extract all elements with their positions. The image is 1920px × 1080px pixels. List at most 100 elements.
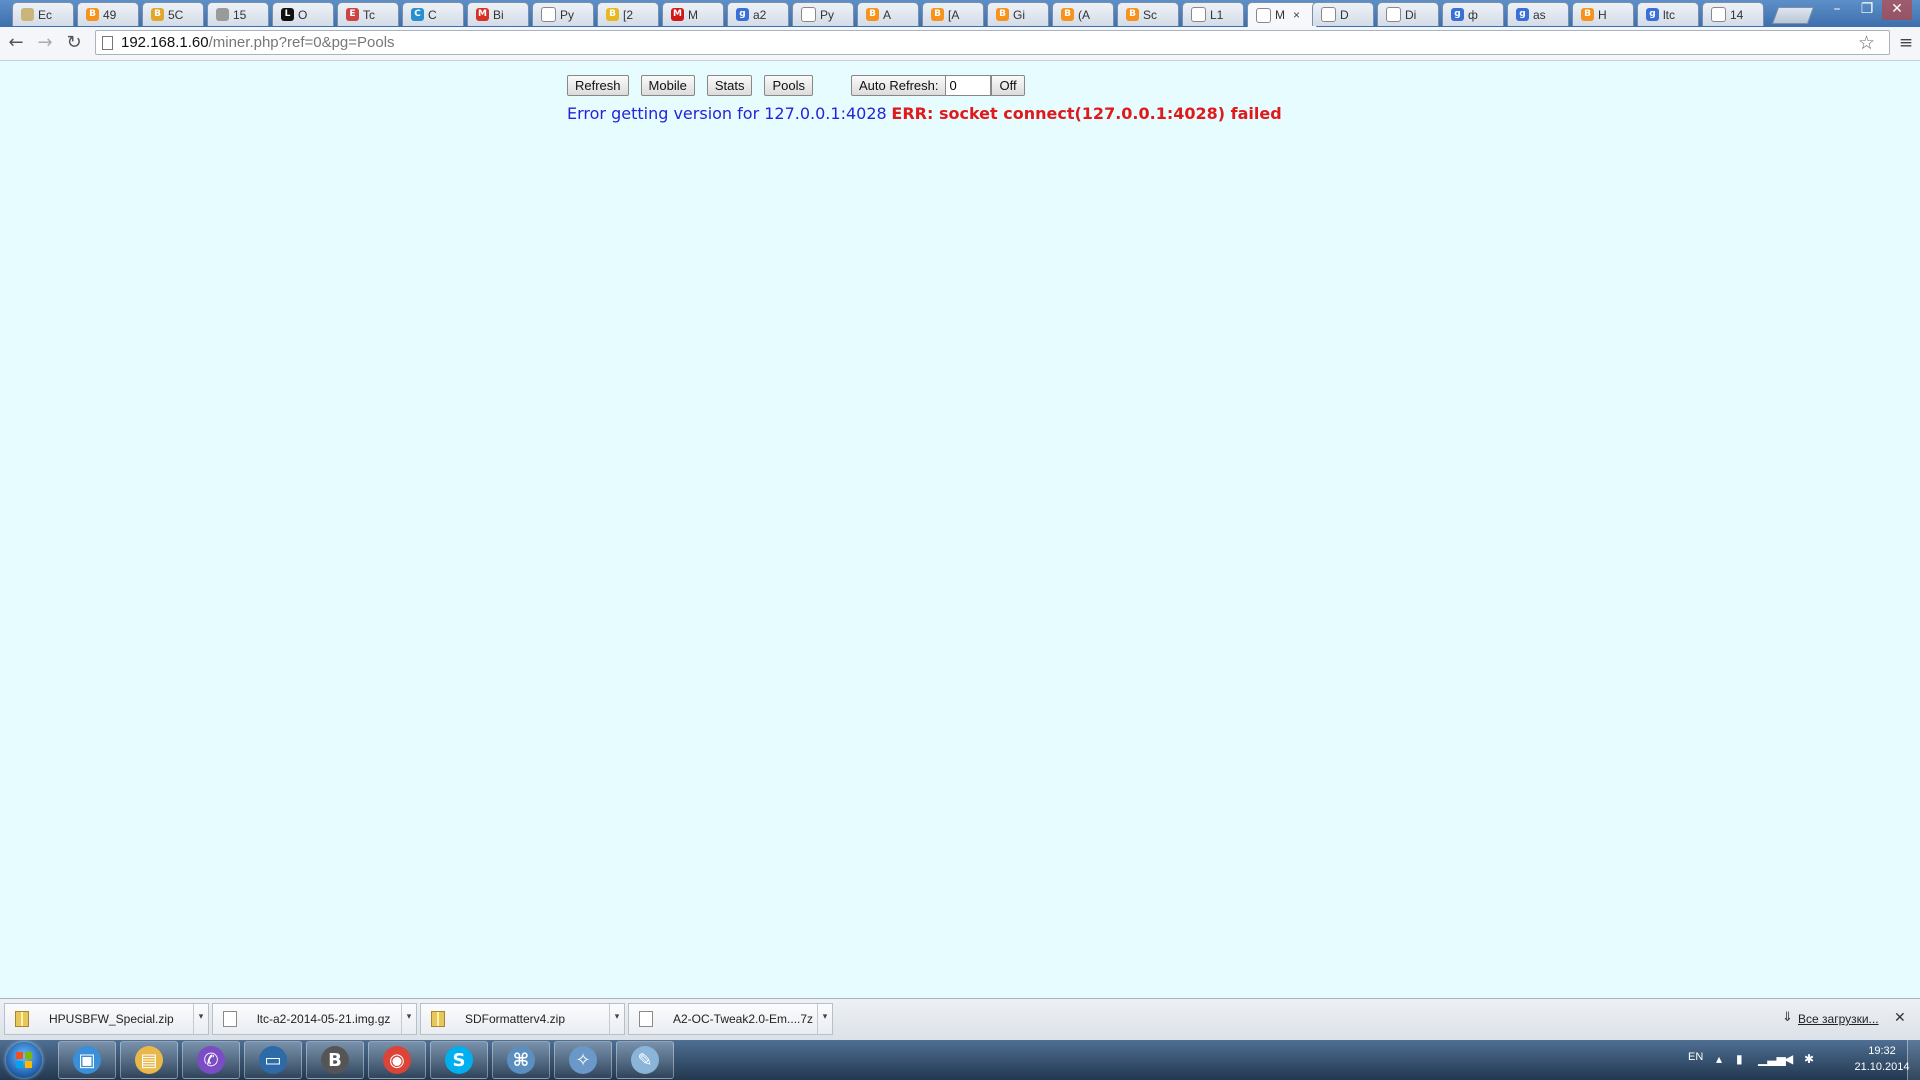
tab-favicon-google-icon: g <box>1451 8 1464 21</box>
network-tool-icon: ⌘ <box>507 1046 535 1074</box>
tab-label: [A <box>948 7 960 22</box>
taskbar-skype[interactable]: S <box>430 1041 488 1079</box>
download-item[interactable]: HPUSBFW_Special.zip ▾ <box>4 1003 209 1035</box>
network-signal-icon[interactable]: ▁▃▅ <box>1758 1052 1786 1066</box>
auto-refresh-input[interactable] <box>945 75 992 96</box>
window-close-button[interactable]: ✕ <box>1882 0 1912 20</box>
tab-6[interactable]: CC <box>402 2 464 26</box>
taskbar-connection-tool[interactable]: ✧ <box>554 1041 612 1079</box>
tab-14[interactable]: B [A <box>922 2 984 26</box>
tab-favicon-bitcoin-icon: B <box>1581 8 1594 21</box>
tab-5[interactable]: E Tc <box>337 2 399 26</box>
tab-1[interactable]: B 49 <box>77 2 139 26</box>
language-indicator[interactable]: EN <box>1688 1051 1703 1063</box>
tab-8[interactable]: Py <box>532 2 594 26</box>
show-desktop-button[interactable] <box>1907 1040 1920 1080</box>
refresh-button[interactable]: Refresh <box>567 75 629 96</box>
tab-23[interactable]: g as <box>1507 2 1569 26</box>
auto-refresh-off-button[interactable]: Off <box>991 75 1025 96</box>
download-menu-arrow-icon[interactable]: ▾ <box>193 1004 208 1034</box>
new-tab-button[interactable] <box>1771 7 1815 24</box>
tab-favicon-mail-icon: M <box>671 8 684 21</box>
stats-button[interactable]: Stats <box>706 75 753 96</box>
tab-26[interactable]: 14 <box>1702 2 1764 26</box>
tray-device-icon[interactable]: ▮ <box>1736 1052 1743 1066</box>
download-menu-arrow-icon[interactable]: ▾ <box>817 1004 832 1034</box>
tab-label: [2 <box>623 7 634 22</box>
tab-favicon-bitcoin-icon: B <box>1126 8 1139 21</box>
download-menu-arrow-icon[interactable]: ▾ <box>609 1004 624 1034</box>
file-icon <box>639 1011 653 1027</box>
back-button[interactable]: ← <box>4 31 28 55</box>
mobile-button[interactable]: Mobile <box>640 75 695 96</box>
taskbar-photo-viewer[interactable]: ▣ <box>58 1041 116 1079</box>
clock-time[interactable]: 19:32 <box>1852 1045 1912 1057</box>
url-host: 192.168.1.60 <box>121 34 209 51</box>
tab-label: Bi <box>493 7 504 22</box>
auto-refresh-button[interactable]: Auto Refresh: <box>850 75 946 96</box>
tab-close-icon[interactable]: × <box>1293 8 1300 22</box>
tab-12[interactable]: Py <box>792 2 854 26</box>
taskbar-network-tool[interactable]: ⌘ <box>492 1041 550 1079</box>
tab-label: 14 <box>1730 7 1744 22</box>
tab-7[interactable]: M Bi <box>467 2 529 26</box>
tray-expand-icon[interactable]: ▴ <box>1716 1052 1722 1066</box>
tab-20[interactable]: D <box>1312 2 1374 26</box>
tab-label: as <box>1533 7 1546 22</box>
tab-25[interactable]: g ltc <box>1637 2 1699 26</box>
error-line: Error getting version for 127.0.0.1:4028… <box>567 104 1282 124</box>
download-item[interactable]: SDFormatterv4.zip ▾ <box>420 1003 625 1035</box>
taskbar-chrome[interactable]: ◉ <box>368 1041 426 1079</box>
tab-24[interactable]: BH <box>1572 2 1634 26</box>
download-menu-arrow-icon[interactable]: ▾ <box>401 1004 416 1034</box>
download-item[interactable]: ltc-a2-2014-05-21.img.gz ▾ <box>212 1003 417 1035</box>
tab-2[interactable]: B 5C <box>142 2 204 26</box>
taskbar-explorer[interactable]: ▤ <box>120 1041 178 1079</box>
browser-menu-button[interactable]: ≡ <box>1896 32 1916 54</box>
tab-favicon-bitcoin-icon: B <box>866 8 879 21</box>
tab-label: D <box>1340 7 1349 22</box>
tab-18[interactable]: L1 <box>1182 2 1244 26</box>
tab-label: 15 <box>233 7 247 22</box>
all-downloads-link[interactable]: Все загрузки... <box>1798 1012 1879 1026</box>
address-bar[interactable]: 192.168.1.60/miner.php?ref=0&pg=Pools ☆ <box>95 30 1890 55</box>
tab-favicon-page-icon <box>801 7 816 22</box>
taskbar-computer[interactable]: ▭ <box>244 1041 302 1079</box>
download-filename: HPUSBFW_Special.zip <box>49 1012 174 1026</box>
tab-4[interactable]: LO <box>272 2 334 26</box>
download-item[interactable]: A2-OC-Tweak2.0-Em....7z ▾ <box>628 1003 833 1035</box>
tab-label: Di <box>1405 7 1417 22</box>
connection-tool-icon: ✧ <box>569 1046 597 1074</box>
tab-22[interactable]: gф <box>1442 2 1504 26</box>
downloads-shelf: HPUSBFW_Special.zip ▾ ltc-a2-2014-05-21.im… <box>0 998 1920 1040</box>
downloads-close-icon[interactable]: ✕ <box>1894 1010 1906 1026</box>
tab-15[interactable]: B Gi <box>987 2 1049 26</box>
error-detail: ERR: socket connect(127.0.0.1:4028) fail… <box>891 104 1282 123</box>
viber-icon: ✆ <box>197 1046 225 1074</box>
computer-icon: ▭ <box>259 1046 287 1074</box>
restore-button[interactable]: ❐ <box>1852 0 1882 20</box>
tab-16[interactable]: B (A <box>1052 2 1114 26</box>
tab-19[interactable]: M × <box>1247 2 1317 27</box>
taskbar-viber[interactable]: ✆ <box>182 1041 240 1079</box>
bookmark-star-icon[interactable]: ☆ <box>1858 32 1875 54</box>
taskbar-paint[interactable]: ✎ <box>616 1041 674 1079</box>
tab-label: a2 <box>753 7 767 22</box>
tab-11[interactable]: g a2 <box>727 2 789 26</box>
forward-button[interactable]: → <box>33 31 57 55</box>
tab-13[interactable]: BA <box>857 2 919 26</box>
tab-21[interactable]: Di <box>1377 2 1439 26</box>
zip-file-icon <box>431 1011 445 1027</box>
tab-0[interactable]: Ec <box>12 2 74 26</box>
minimize-button[interactable]: – <box>1822 0 1852 20</box>
sync-icon[interactable]: ✱ <box>1804 1052 1814 1066</box>
pools-button[interactable]: Pools <box>764 75 813 96</box>
start-button[interactable] <box>6 1042 42 1078</box>
volume-icon[interactable]: ◀ <box>1784 1052 1793 1066</box>
tab-17[interactable]: B Sc <box>1117 2 1179 26</box>
reload-button[interactable]: ↻ <box>62 31 86 55</box>
tab-3[interactable]: 15 <box>207 2 269 26</box>
tab-9[interactable]: B [2 <box>597 2 659 26</box>
tab-10[interactable]: MM <box>662 2 724 26</box>
taskbar-bitcoin[interactable]: B <box>306 1041 364 1079</box>
